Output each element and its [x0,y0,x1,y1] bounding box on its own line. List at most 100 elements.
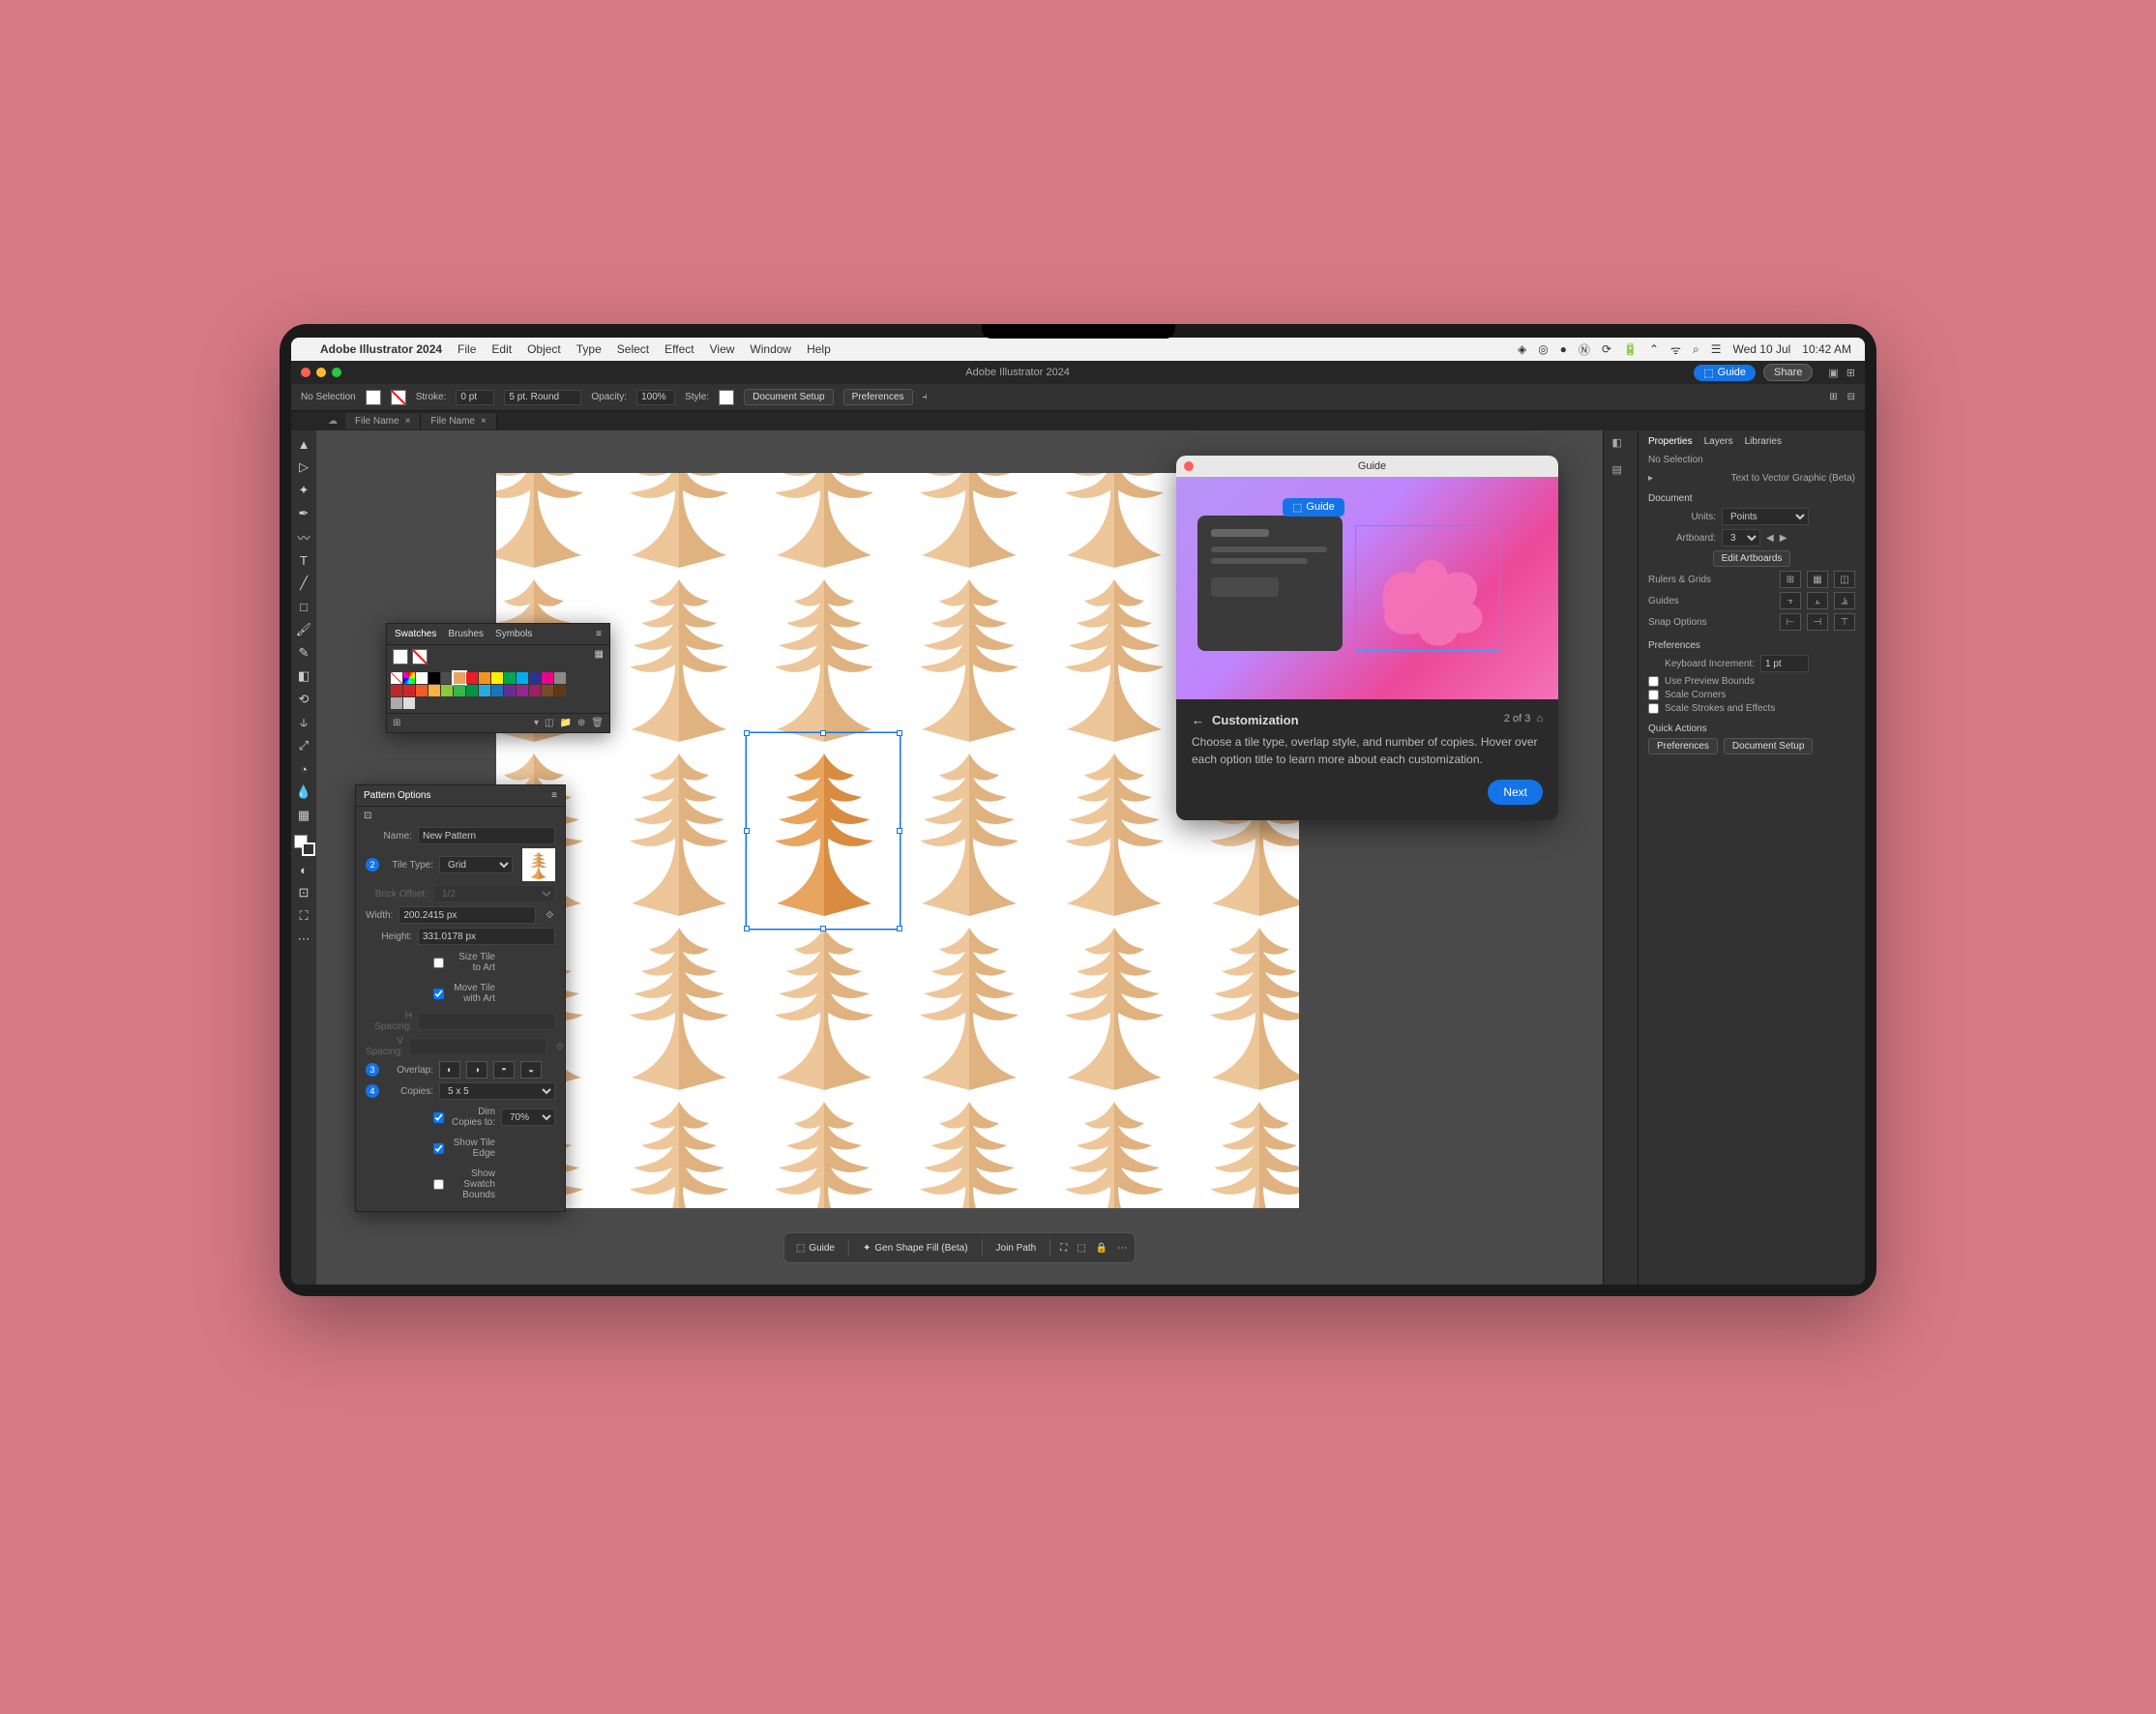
gpu-icon[interactable]: ⊟ [1847,392,1855,402]
swatches-tab[interactable]: Swatches [395,629,436,639]
align-icon[interactable]: ⫞ [923,392,928,402]
color-mode-icon[interactable]: ◐ [294,860,313,879]
dim-copies-select[interactable]: 70% [501,1108,555,1126]
swatch-view-icon[interactable]: ▦ [595,649,604,665]
magic-wand-tool[interactable]: ✦ [294,481,313,500]
swatch-selected[interactable] [454,672,465,684]
minimize-window-button[interactable] [316,368,326,377]
tab-properties[interactable]: Properties [1648,436,1693,447]
share-button[interactable]: Share [1763,364,1813,381]
width-tool[interactable]: ⫝ [294,713,313,732]
dim-copies-checkbox[interactable] [433,1112,444,1123]
notion-icon[interactable]: Ⓝ [1579,341,1590,358]
menu-type[interactable]: Type [576,342,602,356]
wifi-icon[interactable]: ᯤ [1670,341,1681,358]
bluetooth-icon[interactable]: ⌃ [1649,342,1659,356]
home-icon[interactable]: ☁ [320,416,345,427]
grid-icon[interactable]: ▦ [1807,571,1828,588]
text-to-vector-button[interactable]: Text to Vector Graphic (Beta) [1731,473,1855,484]
units-select[interactable]: Points [1722,508,1809,525]
arrange-docs-icon[interactable]: ⊞ [1829,392,1837,402]
edit-toolbar-icon[interactable]: ⋯ [294,930,313,949]
snap-point-icon[interactable]: ⊢ [1780,613,1801,631]
close-window-button[interactable] [301,368,310,377]
scale-corners-checkbox[interactable] [1648,690,1659,700]
swatch-kind-icon[interactable]: ▾ [534,718,539,728]
new-swatch-icon[interactable]: ⊕ [577,718,585,728]
overlap-top-icon[interactable]: ◓ [493,1061,515,1079]
direct-selection-tool[interactable]: ▷ [294,458,313,477]
new-group-icon[interactable]: 📁 [559,718,571,728]
fill-indicator[interactable] [393,649,408,665]
edit-artboards-button[interactable]: Edit Artboards [1713,550,1791,567]
panel-icon-2[interactable]: ▤ [1612,463,1630,481]
tile-type-select[interactable]: Grid [439,856,513,873]
size-tile-checkbox[interactable] [433,958,444,968]
guides-show-icon[interactable]: ⫟ [1780,592,1801,609]
ctx-lock-icon[interactable]: 🔒 [1096,1243,1108,1254]
brush-input[interactable] [504,390,581,405]
workspace-icon[interactable]: ⊞ [1846,367,1855,379]
guide-pill-button[interactable]: ⬚Guide [1694,365,1756,381]
stroke-indicator[interactable] [412,649,428,665]
prev-artboard-icon[interactable]: ◀ [1766,533,1774,544]
link-dimensions-icon[interactable]: ⟐ [542,910,557,921]
pattern-width-input[interactable] [399,906,536,924]
battery-icon[interactable]: 🔋 [1623,342,1638,356]
draw-mode-icon[interactable]: ⊡ [294,883,313,902]
ctx-more-icon[interactable]: ⋯ [1117,1243,1127,1254]
menu-file[interactable]: File [458,342,476,356]
menu-object[interactable]: Object [527,342,561,356]
sync-icon[interactable]: ⟳ [1602,342,1611,356]
qa-preferences-button[interactable]: Preferences [1648,738,1718,754]
swatches-panel[interactable]: Swatches Brushes Symbols ≡ ▦ [386,623,610,733]
pattern-options-tab[interactable]: Pattern Options [364,790,430,801]
stroke-swatch[interactable] [391,390,406,405]
move-tile-checkbox[interactable] [433,989,444,999]
record-icon[interactable]: ◎ [1538,342,1548,356]
figma-icon[interactable]: ◈ [1518,342,1526,356]
document-setup-button[interactable]: Document Setup [744,389,834,405]
overlap-right-icon[interactable]: ◑ [466,1061,487,1079]
doc-tab-1[interactable]: File Name× [345,413,421,429]
circle-icon[interactable]: ● [1560,342,1567,356]
snap-grid-icon[interactable]: ⊣ [1807,613,1828,631]
screen-mode-icon[interactable]: ⛶ [294,906,313,926]
symbols-tab[interactable]: Symbols [495,629,532,639]
menu-view[interactable]: View [710,342,735,356]
free-transform-tool[interactable]: ⤢ [294,736,313,755]
eyedropper-tool[interactable]: 💧 [294,783,313,802]
guide-home-icon[interactable]: ⌂ [1536,713,1543,724]
menu-select[interactable]: Select [617,342,649,356]
pattern-options-panel[interactable]: Pattern Options≡ ⊡ Name: 2Tile Type:Grid… [355,784,566,1212]
doc-tab-2[interactable]: File Name× [421,413,496,429]
copies-select[interactable]: 5 x 5 [439,1082,555,1100]
guide-close-button[interactable] [1184,461,1194,471]
transp-grid-icon[interactable]: ◫ [1834,571,1855,588]
close-tab-icon[interactable]: × [405,416,411,427]
qa-document-setup-button[interactable]: Document Setup [1724,738,1814,754]
ctx-gen-shape-button[interactable]: ✦Gen Shape Fill (Beta) [859,1243,972,1254]
fill-stroke-control[interactable] [294,835,315,856]
eraser-tool[interactable]: ◧ [294,666,313,686]
tab-libraries[interactable]: Libraries [1745,436,1782,447]
style-swatch[interactable] [719,390,734,405]
panel-menu-icon[interactable]: ≡ [551,790,557,801]
search-icon[interactable]: ⌕ [1693,342,1699,357]
overlap-bottom-icon[interactable]: ◒ [520,1061,542,1079]
next-artboard-icon[interactable]: ▶ [1780,533,1787,544]
fill-swatch[interactable] [366,390,381,405]
show-tile-edge-checkbox[interactable] [433,1143,444,1154]
menu-window[interactable]: Window [750,342,791,356]
line-tool[interactable]: ╱ [294,574,313,593]
smart-guides-icon[interactable]: ⫡ [1834,592,1855,609]
menubar-time[interactable]: 10:42 AM [1802,342,1851,356]
gradient-tool[interactable]: ▦ [294,806,313,825]
show-swatch-bounds-checkbox[interactable] [433,1179,444,1190]
selection-tool[interactable]: ▲ [294,434,313,454]
delete-swatch-icon[interactable]: 🗑 [591,718,604,728]
type-tool[interactable]: T [294,550,313,570]
overlap-left-icon[interactable]: ◐ [439,1061,460,1079]
pattern-height-input[interactable] [418,928,555,945]
menu-effect[interactable]: Effect [665,342,694,356]
